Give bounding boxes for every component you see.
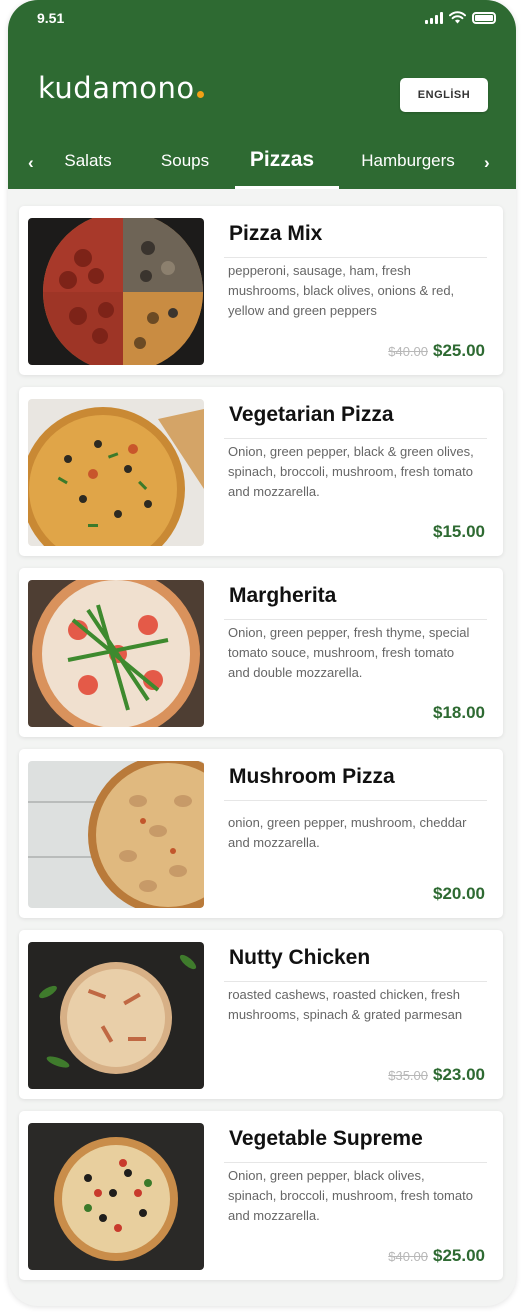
item-title: Nutty Chicken xyxy=(229,946,371,969)
chevron-left-icon[interactable]: ‹ xyxy=(28,153,34,173)
phone-frame: 9.51 kudamono ENGLİSH ‹ Salats Soups Piz… xyxy=(8,0,516,1306)
item-description: Onion, green pepper, fresh thyme, specia… xyxy=(228,625,470,680)
price: $15.00 xyxy=(433,522,485,541)
old-price: $35.00 xyxy=(388,1068,428,1083)
status-time: 9.51 xyxy=(37,10,65,26)
price-row: $15.00 xyxy=(433,522,485,542)
tab-soups[interactable]: Soups xyxy=(161,151,209,171)
old-price: $40.00 xyxy=(388,1249,428,1264)
item-description: roasted cashews, roasted chicken, fresh … xyxy=(228,987,463,1022)
old-price: $40.00 xyxy=(388,344,428,359)
item-title: Margherita xyxy=(229,584,337,607)
menu-item-card[interactable]: Margherita Onion, green pepper, fresh th… xyxy=(19,568,503,737)
logo-dot xyxy=(196,91,204,98)
app-logo: kudamono xyxy=(38,71,204,105)
tab-salats[interactable]: Salats xyxy=(64,151,111,171)
item-description: pepperoni, sausage, ham, fresh mushrooms… xyxy=(228,263,455,318)
margherita-image xyxy=(28,580,204,727)
price: $23.00 xyxy=(433,1065,485,1084)
vegetarian-pizza-image xyxy=(28,399,204,546)
item-title: Pizza Mix xyxy=(229,222,323,245)
title-divider xyxy=(224,800,487,801)
title-divider xyxy=(224,438,487,439)
item-description: Onion, green pepper, black & green olive… xyxy=(228,444,474,499)
price-row: $40.00 $25.00 xyxy=(388,341,485,361)
menu-item-card[interactable]: Mushroom Pizza onion, green pepper, mush… xyxy=(19,749,503,918)
wifi-icon xyxy=(449,11,466,24)
category-tabs: ‹ Salats Soups Pizzas Hamburgers › xyxy=(8,140,516,189)
pizza-mix-image xyxy=(28,218,204,365)
vegetable-supreme-image xyxy=(28,1123,204,1270)
title-divider xyxy=(224,981,487,982)
item-description: Onion, green pepper, black olives, spina… xyxy=(228,1168,473,1223)
language-button[interactable]: ENGLİSH xyxy=(400,78,488,112)
chevron-right-icon[interactable]: › xyxy=(484,153,490,173)
item-title: Vegetable Supreme xyxy=(229,1127,423,1150)
title-divider xyxy=(224,1162,487,1163)
menu-item-card[interactable]: Nutty Chicken roasted cashews, roasted c… xyxy=(19,930,503,1099)
mushroom-pizza-image xyxy=(28,761,204,908)
active-tab-indicator xyxy=(235,186,339,189)
price: $18.00 xyxy=(433,703,485,722)
item-title: Mushroom Pizza xyxy=(229,765,395,788)
price: $25.00 xyxy=(433,1246,485,1265)
nutty-chicken-image xyxy=(28,942,204,1089)
price: $20.00 xyxy=(433,884,485,903)
tab-pizzas[interactable]: Pizzas xyxy=(250,148,314,172)
price: $25.00 xyxy=(433,341,485,360)
price-row: $20.00 xyxy=(433,884,485,904)
logo-text: kudamono xyxy=(38,71,195,105)
title-divider xyxy=(224,619,487,620)
title-divider xyxy=(224,257,487,258)
item-description: onion, green pepper, mushroom, cheddar a… xyxy=(228,815,467,850)
price-row: $40.00 $25.00 xyxy=(388,1246,485,1266)
item-title: Vegetarian Pizza xyxy=(229,403,394,426)
menu-item-card[interactable]: Vegetable Supreme Onion, green pepper, b… xyxy=(19,1111,503,1280)
tab-hamburgers[interactable]: Hamburgers xyxy=(361,151,455,171)
app-header: 9.51 kudamono ENGLİSH ‹ Salats Soups Piz… xyxy=(8,0,516,189)
battery-icon xyxy=(472,11,496,24)
signal-icon xyxy=(425,11,443,24)
price-row: $18.00 xyxy=(433,703,485,723)
status-icons xyxy=(425,11,496,24)
price-row: $35.00 $23.00 xyxy=(388,1065,485,1085)
menu-item-card[interactable]: Vegetarian Pizza Onion, green pepper, bl… xyxy=(19,387,503,556)
menu-item-card[interactable]: Pizza Mix pepperoni, sausage, ham, fresh… xyxy=(19,206,503,375)
